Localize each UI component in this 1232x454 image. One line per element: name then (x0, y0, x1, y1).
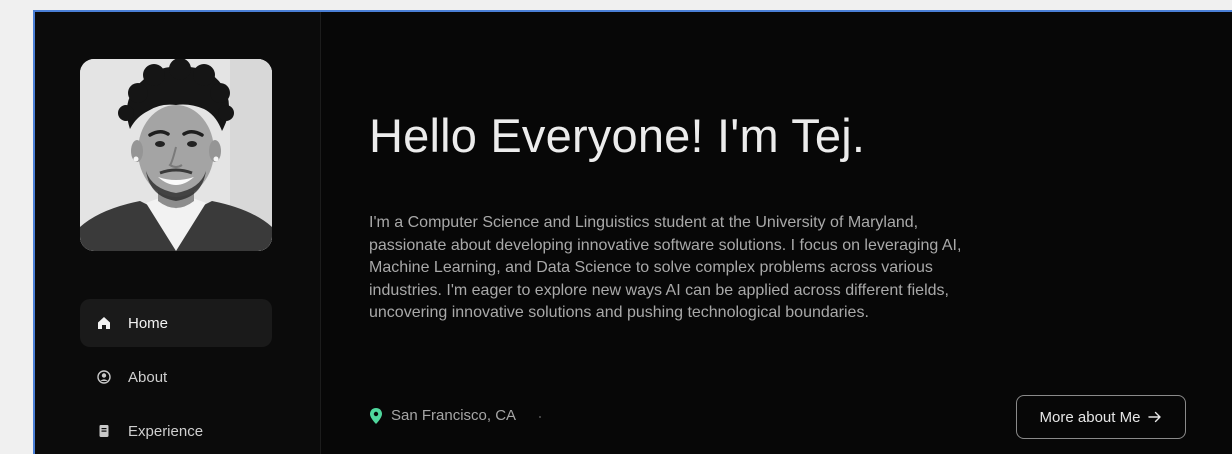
location-pin-icon (369, 407, 383, 424)
sidebar-item-about[interactable]: About (80, 353, 272, 401)
location: San Francisco, CA (369, 407, 516, 424)
user-circle-icon (96, 369, 112, 385)
sidebar-item-label: Home (128, 314, 169, 332)
home-icon (96, 315, 112, 331)
more-about-me-button[interactable]: More about Me (1016, 395, 1186, 439)
sidebar-item-home[interactable]: Home (80, 299, 272, 347)
sidebar: Home About Experience (35, 12, 321, 454)
separator-dot (539, 416, 541, 418)
page-frame: Home About Experience Hello Everyone! I'… (33, 10, 1232, 454)
page-title: Hello Everyone! I'm Tej. (369, 109, 866, 162)
main-content: Hello Everyone! I'm Tej. I'm a Computer … (321, 12, 1232, 454)
sidebar-item-label: Experience (128, 422, 204, 440)
sidebar-item-experience[interactable]: Experience (80, 407, 272, 454)
document-icon (96, 423, 112, 439)
avatar-image (80, 59, 272, 251)
bio-text: I'm a Computer Science and Linguistics s… (369, 214, 962, 321)
sidebar-item-label: About (128, 368, 168, 386)
avatar (80, 59, 272, 251)
sidebar-nav: Home About Experience (80, 299, 272, 454)
arrow-right-icon (1148, 411, 1162, 423)
more-about-me-label: More about Me (1039, 408, 1141, 426)
location-text: San Francisco, CA (391, 407, 517, 424)
